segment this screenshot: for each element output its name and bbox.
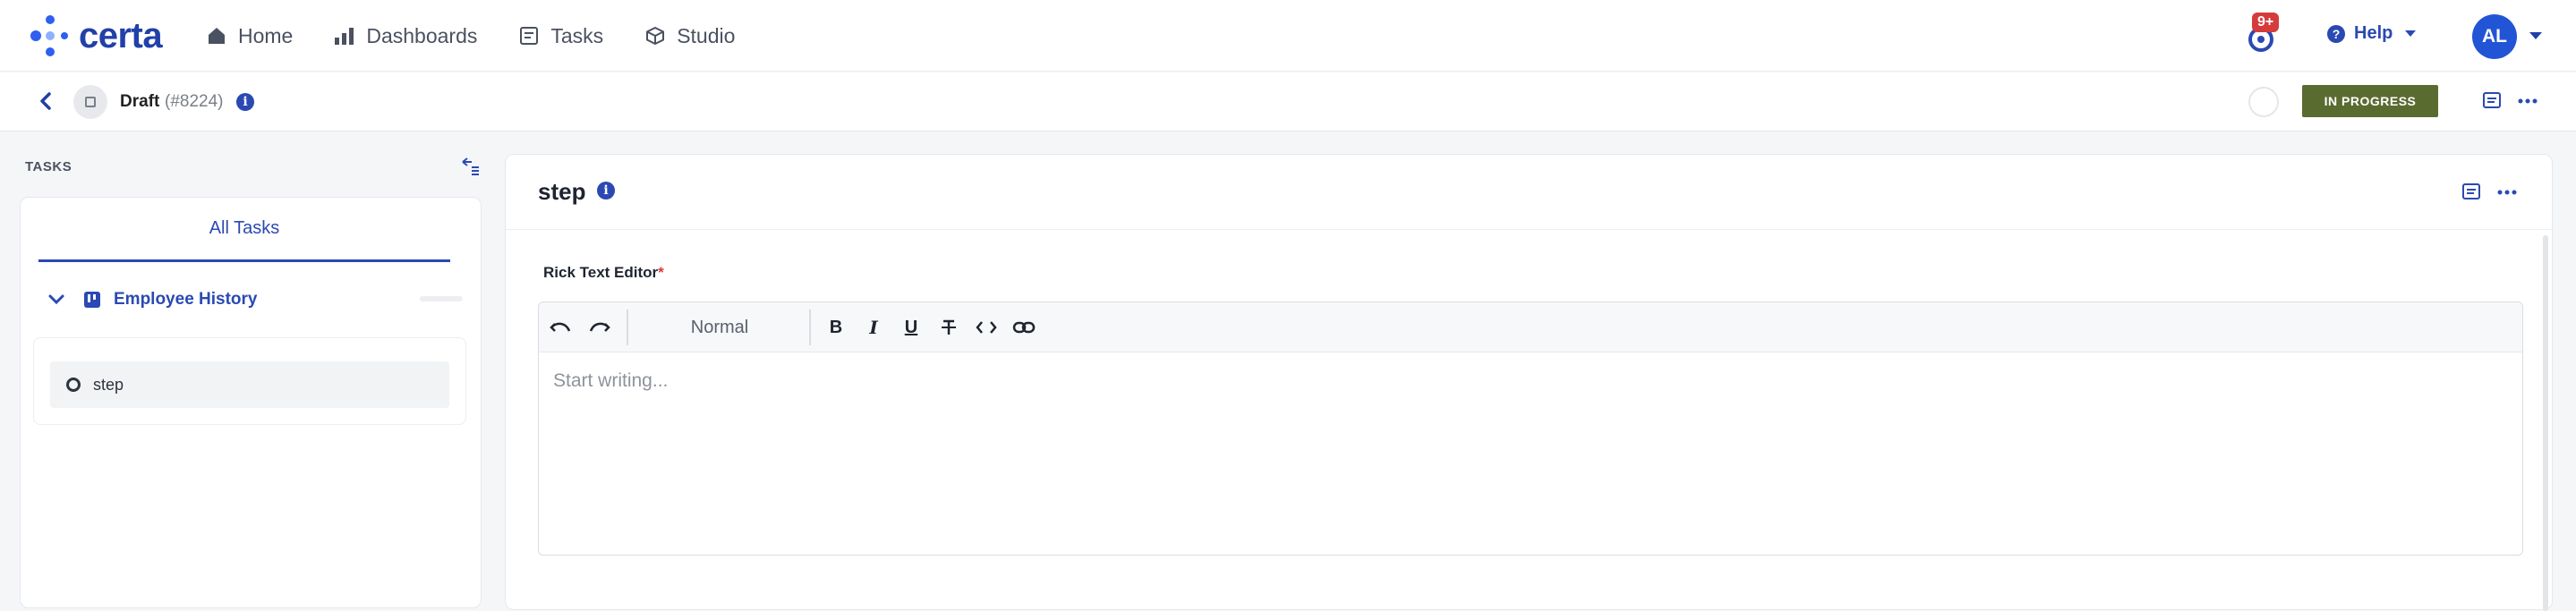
question-icon: ? bbox=[2327, 24, 2345, 43]
editor-content[interactable]: Start writing... bbox=[553, 370, 668, 392]
task-group-label: Employee History bbox=[114, 290, 258, 309]
top-navbar: certa Home Dashboards Tasks Studio 9+ ? … bbox=[0, 0, 2576, 72]
cube-icon bbox=[644, 25, 666, 47]
task-group-employee-history[interactable]: Employee History bbox=[38, 284, 468, 316]
bold-icon[interactable]: B bbox=[823, 315, 849, 340]
nav-tasks[interactable]: Tasks bbox=[518, 24, 603, 48]
nav-dashboards-label: Dashboards bbox=[366, 23, 478, 47]
rich-text-editor: Normal B I U Start writing... bbox=[538, 301, 2523, 556]
nav-studio-label: Studio bbox=[677, 23, 736, 47]
progress-ring bbox=[2248, 87, 2279, 117]
record-header: Draft (#8224) i IN PROGRESS bbox=[0, 72, 2576, 132]
draft-status-icon bbox=[73, 85, 107, 119]
comments-icon[interactable] bbox=[2479, 89, 2504, 114]
task-item-label: step bbox=[93, 375, 124, 394]
tasks-heading: TASKS bbox=[25, 159, 73, 174]
group-progress-indicator bbox=[420, 296, 463, 301]
nav-studio[interactable]: Studio bbox=[644, 24, 735, 48]
toolbar-divider bbox=[809, 310, 811, 345]
home-icon bbox=[206, 25, 227, 47]
underline-icon[interactable]: U bbox=[899, 315, 924, 340]
code-icon[interactable] bbox=[974, 315, 999, 340]
editor-toolbar: Normal B I U bbox=[539, 302, 2522, 352]
help-menu[interactable]: ? Help bbox=[2327, 23, 2417, 44]
toolbar-divider bbox=[627, 310, 628, 345]
certa-logo-icon bbox=[30, 15, 68, 56]
more-options-icon[interactable] bbox=[2515, 89, 2540, 114]
chevron-left-icon bbox=[40, 92, 51, 110]
avatar-chevron-down-icon[interactable] bbox=[2529, 32, 2542, 39]
text-format-select[interactable]: Normal bbox=[630, 311, 809, 344]
step-panel: step i Rick Text Editor* Normal B I U St… bbox=[505, 154, 2553, 611]
bar-chart-icon bbox=[334, 25, 355, 47]
more-options-icon[interactable] bbox=[2495, 180, 2520, 205]
italic-icon[interactable]: I bbox=[861, 315, 886, 340]
back-button[interactable] bbox=[36, 90, 57, 112]
task-status-icon bbox=[66, 378, 81, 392]
undo-icon[interactable] bbox=[548, 315, 573, 340]
field-label-text: Rick Text Editor bbox=[543, 264, 659, 281]
brand-name: certa bbox=[79, 15, 163, 55]
link-icon[interactable] bbox=[1011, 315, 1036, 340]
notification-badge: 9+ bbox=[2252, 13, 2280, 32]
scrollbar[interactable] bbox=[2543, 235, 2548, 611]
help-label: Help bbox=[2354, 23, 2393, 43]
certa-logo[interactable]: certa bbox=[29, 14, 163, 57]
strikethrough-icon[interactable] bbox=[936, 315, 961, 340]
info-icon[interactable]: i bbox=[597, 182, 615, 199]
tasks-panel: All Tasks Employee History step bbox=[20, 197, 482, 608]
redo-icon[interactable] bbox=[587, 315, 612, 340]
avatar[interactable]: AL bbox=[2472, 14, 2517, 59]
chevron-down-icon bbox=[48, 294, 64, 305]
nav-dashboards[interactable]: Dashboards bbox=[334, 24, 477, 48]
record-id: (#8224) bbox=[165, 92, 224, 111]
nav-tasks-label: Tasks bbox=[550, 23, 604, 47]
board-icon bbox=[84, 292, 100, 308]
collapse-panel-icon[interactable] bbox=[458, 154, 483, 179]
task-list: step bbox=[33, 337, 466, 425]
tab-all-tasks[interactable]: All Tasks bbox=[38, 198, 450, 262]
nav-home-label: Home bbox=[238, 23, 294, 47]
record-title: Draft bbox=[120, 92, 160, 111]
status-button[interactable]: IN PROGRESS bbox=[2302, 85, 2438, 117]
chevron-down-icon bbox=[2405, 30, 2417, 37]
main-nav: Home Dashboards Tasks Studio bbox=[206, 0, 776, 72]
nav-home[interactable]: Home bbox=[206, 24, 293, 48]
clipboard-icon bbox=[518, 25, 540, 47]
info-icon[interactable]: i bbox=[236, 93, 254, 111]
comments-icon[interactable] bbox=[2459, 180, 2484, 205]
required-marker: * bbox=[658, 264, 664, 281]
task-item-step[interactable]: step bbox=[50, 361, 449, 408]
step-header: step i bbox=[506, 155, 2552, 230]
step-title: step bbox=[538, 178, 586, 205]
field-label: Rick Text Editor* bbox=[543, 264, 664, 282]
